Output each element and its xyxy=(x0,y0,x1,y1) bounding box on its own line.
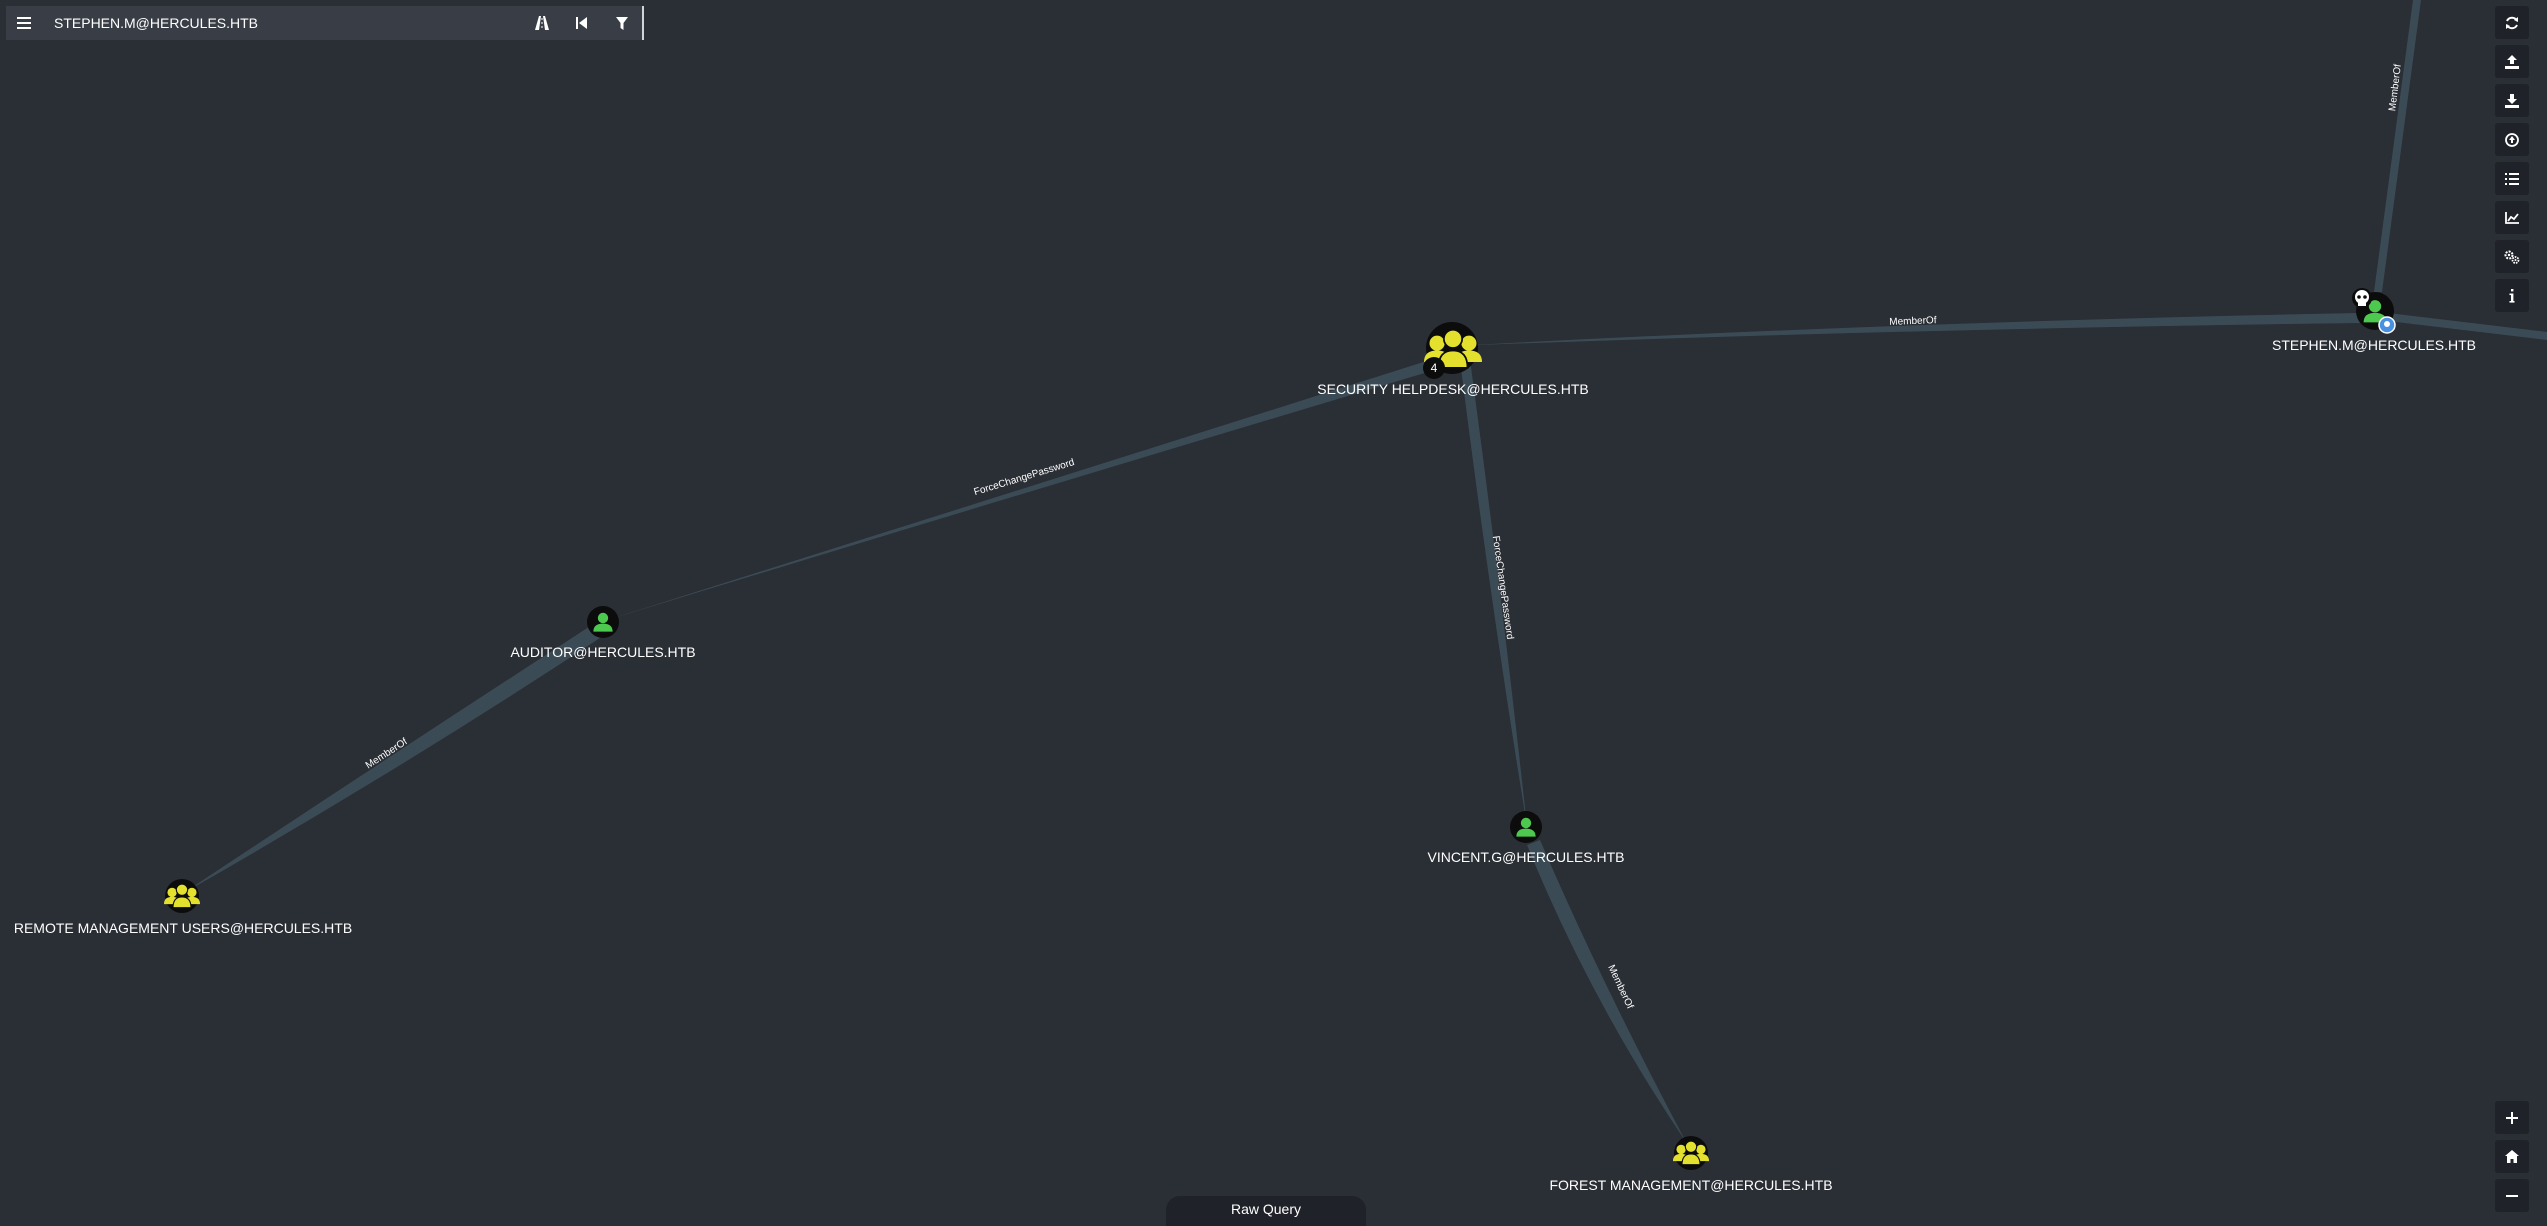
export-icon xyxy=(2505,54,2519,69)
member-count: 4 xyxy=(1431,361,1438,375)
zoom-in-icon xyxy=(2506,1111,2518,1124)
export-button[interactable] xyxy=(2495,45,2529,78)
search-input[interactable] xyxy=(42,8,522,38)
back-icon xyxy=(576,17,587,29)
edge-helpdesk-vincent[interactable]: ForceChangePassword xyxy=(1460,360,1527,826)
edge-auditor-remote[interactable]: MemberOf xyxy=(182,623,606,894)
graph-canvas[interactable]: MemberOf MemberOf ForceChangePassword Fo… xyxy=(0,0,2547,1220)
settings-button[interactable] xyxy=(2495,240,2529,273)
zoom-in-button[interactable] xyxy=(2495,1101,2529,1134)
raw-query-tab[interactable]: Raw Query xyxy=(1166,1196,1366,1226)
home-button[interactable] xyxy=(2495,1140,2529,1173)
refresh-button[interactable] xyxy=(2495,6,2529,39)
menu-button[interactable] xyxy=(6,6,42,40)
info-icon xyxy=(2509,288,2515,303)
search-bar xyxy=(6,6,644,40)
queries-button[interactable] xyxy=(2495,162,2529,195)
right-toolbar xyxy=(2495,6,2529,312)
menu-icon xyxy=(17,17,31,29)
node-forest[interactable]: FOREST MANAGEMENT@HERCULES.HTB xyxy=(1549,1136,1833,1193)
owned-skull-icon xyxy=(2352,288,2372,308)
edge-stephen-offscreen-top[interactable]: MemberOf xyxy=(2374,0,2421,292)
zoom-out-button[interactable] xyxy=(2495,1179,2529,1212)
node-label: FOREST MANAGEMENT@HERCULES.HTB xyxy=(1549,1177,1832,1193)
node-label: VINCENT.G@HERCULES.HTB xyxy=(1427,849,1624,865)
pathfinding-icon xyxy=(535,16,549,30)
zoom-controls xyxy=(2495,1101,2529,1212)
node-label: REMOTE MANAGEMENT USERS@HERCULES.HTB xyxy=(14,920,352,936)
filter-button[interactable] xyxy=(602,6,642,40)
upload-data-button[interactable] xyxy=(2495,123,2529,156)
queries-icon xyxy=(2505,172,2519,185)
import-icon xyxy=(2505,93,2519,108)
home-icon xyxy=(2505,1150,2519,1163)
node-auditor[interactable]: AUDITOR@HERCULES.HTB xyxy=(510,606,696,660)
node-vincent[interactable]: VINCENT.G@HERCULES.HTB xyxy=(1427,811,1625,865)
back-button[interactable] xyxy=(562,6,602,40)
node-label: AUDITOR@HERCULES.HTB xyxy=(510,644,695,660)
high-value-badge-icon xyxy=(2378,316,2396,334)
edge-vincent-forest[interactable]: MemberOf xyxy=(1527,840,1686,1142)
refresh-icon xyxy=(2506,16,2518,29)
member-count-badge: 4 xyxy=(1423,357,1445,379)
pathfinding-button[interactable] xyxy=(522,6,562,40)
import-button[interactable] xyxy=(2495,84,2529,117)
upload-icon xyxy=(2505,132,2519,147)
zoom-out-icon xyxy=(2506,1194,2518,1197)
edge-stephen-offscreen-right[interactable] xyxy=(2380,312,2547,340)
node-label: SECURITY HELPDESK@HERCULES.HTB xyxy=(1317,381,1588,397)
database-info-button[interactable] xyxy=(2495,201,2529,234)
node-helpdesk[interactable]: 4 SECURITY HELPDESK@HERCULES.HTB xyxy=(1317,322,1589,397)
edge-label: MemberOf xyxy=(1889,315,1937,328)
filter-icon xyxy=(616,16,628,30)
raw-query-label: Raw Query xyxy=(1230,1201,1302,1217)
edge-stephen-helpdesk[interactable]: MemberOf xyxy=(1452,313,2360,346)
node-label: STEPHEN.M@HERCULES.HTB xyxy=(2272,337,2476,353)
settings-icon xyxy=(2504,250,2520,264)
chart-icon xyxy=(2505,211,2519,224)
node-remote[interactable]: REMOTE MANAGEMENT USERS@HERCULES.HTB xyxy=(14,879,352,936)
about-button[interactable] xyxy=(2495,279,2529,312)
